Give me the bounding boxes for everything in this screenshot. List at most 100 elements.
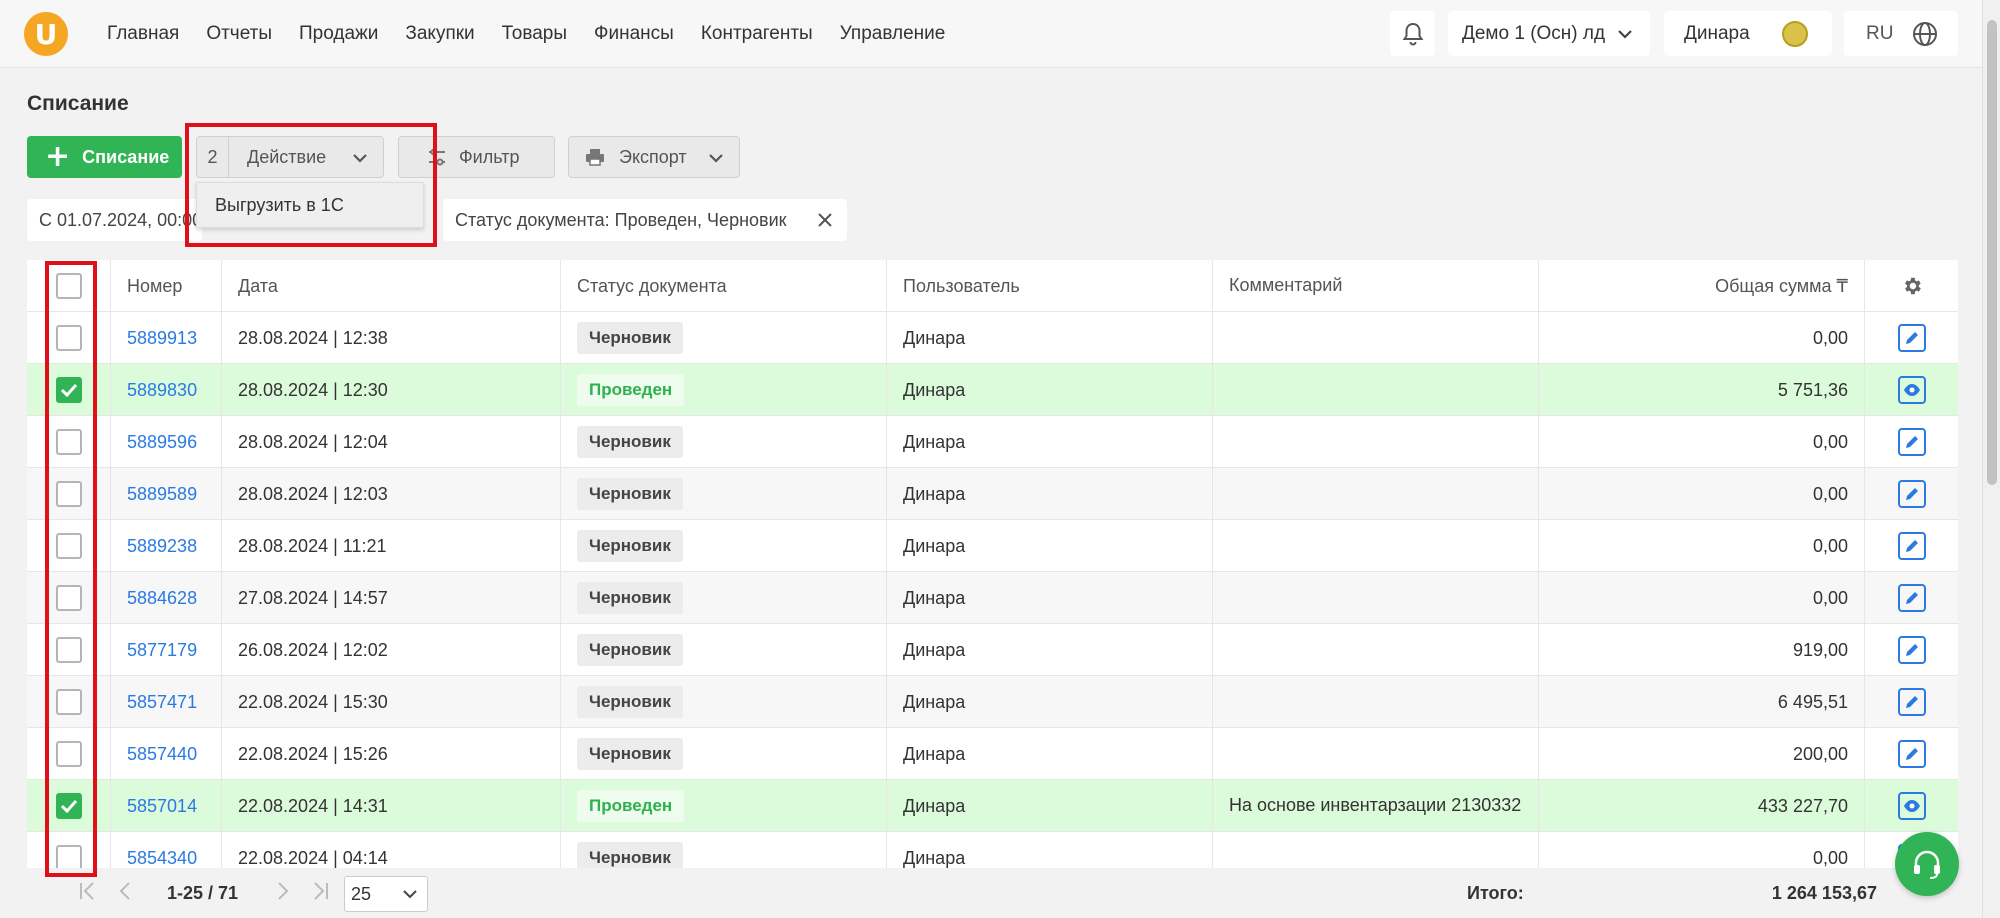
table-row[interactable]: 5854340 22.08.2024 | 04:14 Черновик Динара 0…	[27, 832, 1958, 868]
add-writeoff-button[interactable]: + Списание	[27, 136, 182, 178]
row-checkbox[interactable]	[55, 533, 82, 559]
col-header-user[interactable]: Пользователь	[887, 260, 1213, 312]
edit-button[interactable]	[1897, 532, 1926, 560]
table-row[interactable]: 5889830 28.08.2024 | 12:30 Проведен Динара 5…	[27, 364, 1958, 416]
nav-item-management[interactable]: Управление	[840, 23, 946, 45]
edit-button[interactable]	[1897, 688, 1926, 716]
scrollbar-thumb[interactable]	[1987, 20, 1997, 485]
row-comment: На основе инвентарзации 2130332	[1213, 780, 1539, 832]
col-header-number[interactable]: Номер	[111, 260, 222, 312]
edit-button[interactable]	[1897, 636, 1926, 664]
eye-icon	[1903, 800, 1920, 812]
nav-item-reports[interactable]: Отчеты	[206, 23, 272, 45]
row-user: Динара	[887, 676, 1213, 728]
document-number-link[interactable]: 5854340	[127, 848, 197, 869]
document-number-link[interactable]: 5857014	[127, 796, 197, 817]
row-date: 22.08.2024 | 14:31	[222, 780, 561, 832]
row-action-cell	[1865, 520, 1958, 572]
row-number-cell: 5857471	[111, 676, 222, 728]
page-size-select[interactable]: 25	[344, 876, 428, 912]
filter-label: Фильтр	[459, 146, 520, 167]
document-number-link[interactable]: 5877179	[127, 640, 197, 661]
support-chat-button[interactable]	[1895, 832, 1959, 896]
row-date: 22.08.2024 | 15:30	[222, 676, 561, 728]
nav-item-products[interactable]: Товары	[502, 23, 567, 45]
view-button[interactable]	[1897, 376, 1926, 404]
edit-button[interactable]	[1897, 480, 1926, 508]
table-row[interactable]: 5857471 22.08.2024 | 15:30 Черновик Динара 6…	[27, 676, 1958, 728]
row-checkbox[interactable]	[55, 845, 82, 868]
document-number-link[interactable]: 5889589	[127, 484, 197, 505]
last-page-icon[interactable]	[311, 880, 331, 902]
user-menu-button[interactable]: Динара	[1664, 11, 1832, 56]
row-checkbox[interactable]	[55, 325, 82, 351]
first-page-icon[interactable]	[77, 880, 97, 902]
edit-button[interactable]	[1897, 740, 1926, 768]
nav-item-purchases[interactable]: Закупки	[405, 23, 474, 45]
document-number-link[interactable]: 5857440	[127, 744, 197, 765]
prev-page-icon[interactable]	[117, 880, 133, 902]
document-number-link[interactable]: 5889830	[127, 380, 197, 401]
document-number-link[interactable]: 5884628	[127, 588, 197, 609]
row-user: Динара	[887, 520, 1213, 572]
edit-button[interactable]	[1897, 324, 1926, 352]
row-checkbox[interactable]	[55, 793, 82, 819]
action-dropdown-button[interactable]: 2 Действие	[196, 136, 384, 178]
notifications-button[interactable]	[1390, 11, 1435, 56]
export-label: Экспорт	[619, 146, 687, 167]
row-select-cell	[27, 468, 111, 520]
page-scrollbar[interactable]	[1982, 0, 2000, 918]
column-settings-button[interactable]	[1865, 260, 1958, 312]
nav-item-home[interactable]: Главная	[107, 23, 179, 45]
row-checkbox[interactable]	[55, 481, 82, 507]
company-selector[interactable]: Демо 1 (Осн) лд	[1448, 11, 1650, 56]
table-row[interactable]: 5877179 26.08.2024 | 12:02 Черновик Динара 9…	[27, 624, 1958, 676]
row-checkbox[interactable]	[55, 637, 82, 663]
app-logo[interactable]: U	[24, 12, 68, 56]
document-number-link[interactable]: 5889238	[127, 536, 197, 557]
table-row[interactable]: 5889589 28.08.2024 | 12:03 Черновик Динара 0…	[27, 468, 1958, 520]
row-checkbox[interactable]	[55, 429, 82, 455]
row-action-cell	[1865, 728, 1958, 780]
filter-button[interactable]: Фильтр	[398, 136, 555, 178]
nav-item-sales[interactable]: Продажи	[299, 23, 378, 45]
col-header-comment[interactable]: Комментарий	[1213, 260, 1539, 312]
edit-button[interactable]	[1897, 584, 1926, 612]
date-filter-chip[interactable]: С 01.07.2024, 00:00	[27, 199, 202, 241]
row-select-cell	[27, 416, 111, 468]
row-checkbox[interactable]	[55, 377, 82, 403]
select-all-checkbox[interactable]	[55, 273, 82, 299]
table-row[interactable]: 5889913 28.08.2024 | 12:38 Черновик Динара 0…	[27, 312, 1958, 364]
table-row[interactable]: 5884628 27.08.2024 | 14:57 Черновик Динара 0…	[27, 572, 1958, 624]
nav-item-contractors[interactable]: Контрагенты	[701, 23, 813, 45]
row-total: 0,00	[1539, 572, 1865, 624]
company-name: Демо 1 (Осн) лд	[1462, 22, 1606, 44]
view-button[interactable]	[1897, 792, 1926, 820]
document-number-link[interactable]: 5857471	[127, 692, 197, 713]
edit-button[interactable]	[1897, 428, 1926, 456]
row-status-cell: Черновик	[561, 572, 887, 624]
nav-item-finance[interactable]: Финансы	[594, 23, 674, 45]
row-checkbox[interactable]	[55, 585, 82, 611]
status-filter-chip[interactable]: Статус документа: Проведен, Черновик	[443, 199, 847, 241]
chevron-down-icon	[1618, 30, 1632, 39]
document-number-link[interactable]: 5889596	[127, 432, 197, 453]
col-header-date[interactable]: Дата	[222, 260, 561, 312]
row-checkbox[interactable]	[55, 689, 82, 715]
table-row[interactable]: 5889238 28.08.2024 | 11:21 Черновик Динара 0…	[27, 520, 1958, 572]
table-row[interactable]: 5889596 28.08.2024 | 12:04 Черновик Динара 0…	[27, 416, 1958, 468]
row-checkbox[interactable]	[55, 741, 82, 767]
table-row[interactable]: 5857014 22.08.2024 | 14:31 Проведен Динара Н…	[27, 780, 1958, 832]
status-badge: Черновик	[577, 322, 683, 354]
close-icon[interactable]	[815, 210, 835, 230]
language-selector[interactable]: RU	[1844, 11, 1958, 56]
next-page-icon[interactable]	[275, 880, 291, 902]
document-number-link[interactable]: 5889913	[127, 328, 197, 349]
export-button[interactable]: Экспорт	[568, 136, 740, 178]
action-menu-item-export-1c[interactable]: Выгрузить в 1С	[196, 182, 424, 228]
row-status-cell: Черновик	[561, 312, 887, 364]
row-status-cell: Черновик	[561, 624, 887, 676]
col-header-status[interactable]: Статус документа	[561, 260, 887, 312]
col-header-total[interactable]: Общая сумма ₸	[1539, 260, 1865, 312]
table-row[interactable]: 5857440 22.08.2024 | 15:26 Черновик Динара 2…	[27, 728, 1958, 780]
